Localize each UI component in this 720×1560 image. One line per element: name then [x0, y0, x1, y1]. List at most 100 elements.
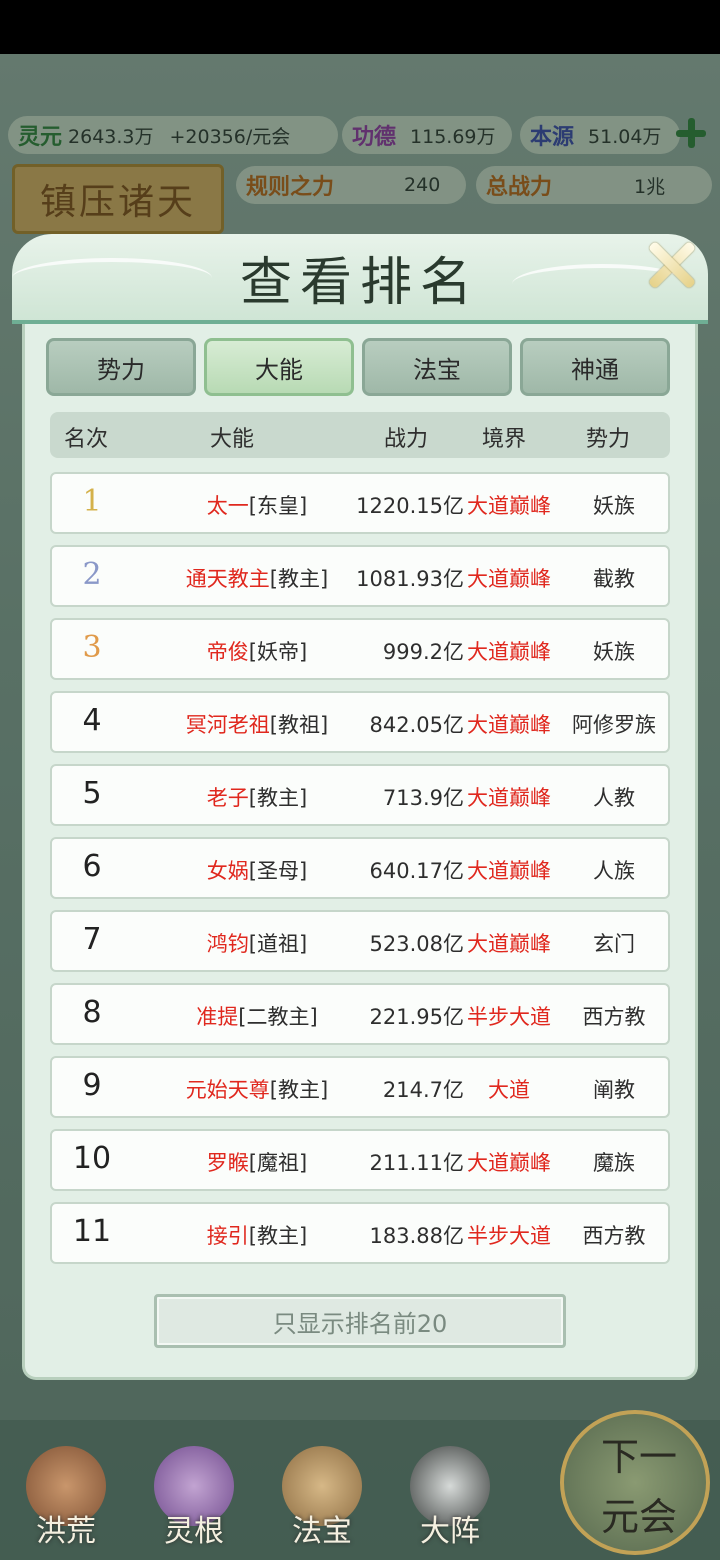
table-row[interactable]: 1 太一[东皇] 1220.15亿 大道巅峰 妖族	[50, 472, 670, 534]
col-rank: 名次	[64, 427, 109, 452]
ranking-tabs: 势力 大能 法宝 神通	[46, 338, 676, 396]
power-cell: 214.7亿	[382, 1078, 464, 1102]
power-cell: 221.95亿	[369, 1005, 464, 1029]
table-row[interactable]: 6 女娲[圣母] 640.17亿 大道巅峰 人族	[50, 837, 670, 899]
close-icon[interactable]	[640, 234, 702, 296]
rank-number: 11	[72, 1214, 112, 1249]
table-row[interactable]: 4 冥河老祖[教祖] 842.05亿 大道巅峰 阿修罗族	[50, 691, 670, 753]
name-cell: 老子[教主]	[142, 782, 372, 812]
daneng-name: 冥河老祖	[185, 713, 270, 737]
nav-label: 法宝	[292, 1514, 352, 1549]
show-top20-button[interactable]: 只显示排名前20	[154, 1294, 566, 1348]
name-cell: 通天教主[教主]	[142, 563, 372, 593]
modal-header: 查看排名	[12, 234, 708, 324]
nav-label: 洪荒	[36, 1514, 96, 1549]
realm-cell: 大道巅峰	[467, 713, 551, 737]
name-cell: 帝俊[妖帝]	[142, 636, 372, 666]
nav-honghuang[interactable]: 洪荒	[6, 1440, 126, 1550]
realm-cell: 半步大道	[467, 1005, 551, 1029]
realm-cell: 大道巅峰	[467, 494, 551, 518]
realm-cell: 大道巅峰	[467, 859, 551, 883]
col-faction: 势力	[586, 427, 631, 452]
daneng-name: 老子	[206, 786, 249, 810]
ranking-list[interactable]: 1 太一[东皇] 1220.15亿 大道巅峰 妖族 2 通天教主[教主] 108…	[50, 472, 670, 1278]
col-name: 大能	[210, 427, 255, 452]
tab-shentong[interactable]: 神通	[520, 338, 670, 396]
daneng-name: 女娲	[206, 859, 249, 883]
daneng-title: [妖帝]	[248, 640, 308, 664]
daneng-name: 太一	[206, 494, 249, 518]
faction-cell: 西方教	[582, 1224, 646, 1248]
rank-number: 5	[82, 776, 102, 811]
table-row[interactable]: 10 罗睺[魔祖] 211.11亿 大道巅峰 魔族	[50, 1129, 670, 1191]
realm-cell: 大道巅峰	[467, 932, 551, 956]
nav-linggen[interactable]: 灵根	[134, 1440, 254, 1550]
table-row[interactable]: 7 鸿钧[道祖] 523.08亿 大道巅峰 玄门	[50, 910, 670, 972]
power-cell: 842.05亿	[369, 713, 464, 737]
faction-cell: 人族	[593, 859, 635, 883]
table-row[interactable]: 8 准提[二教主] 221.95亿 半步大道 西方教	[50, 983, 670, 1045]
modal-title: 查看排名	[239, 253, 480, 313]
col-power: 战力	[384, 427, 429, 452]
column-header: 名次 大能 战力 境界 势力	[50, 412, 670, 458]
power-cell: 1081.93亿	[356, 567, 464, 591]
next-yuanhui-button[interactable]: 下一 元会	[560, 1410, 710, 1555]
ranking-modal: 查看排名 势力 大能 法宝 神通 名次 大能 战力 境界 势力 1 太一[东皇]…	[12, 234, 708, 1380]
power-cell: 713.9亿	[382, 786, 464, 810]
daneng-title: [二教主]	[238, 1005, 318, 1029]
realm-cell: 大道	[488, 1078, 530, 1102]
power-cell: 640.17亿	[369, 859, 464, 883]
table-row[interactable]: 5 老子[教主] 713.9亿 大道巅峰 人教	[50, 764, 670, 826]
table-row[interactable]: 9 元始天尊[教主] 214.7亿 大道 阐教	[50, 1056, 670, 1118]
faction-cell: 人教	[593, 786, 635, 810]
col-realm: 境界	[482, 427, 527, 452]
rank-number: 9	[82, 1068, 102, 1103]
faction-cell: 玄门	[593, 932, 635, 956]
daneng-name: 通天教主	[185, 567, 270, 591]
name-cell: 准提[二教主]	[142, 1001, 372, 1031]
daneng-title: [东皇]	[248, 494, 308, 518]
table-row[interactable]: 2 通天教主[教主] 1081.93亿 大道巅峰 截教	[50, 545, 670, 607]
realm-cell: 大道巅峰	[467, 567, 551, 591]
faction-cell: 截教	[593, 567, 635, 591]
name-cell: 罗睺[魔祖]	[142, 1147, 372, 1177]
rank-number: 8	[82, 995, 102, 1030]
realm-cell: 半步大道	[467, 1224, 551, 1248]
tab-shili[interactable]: 势力	[46, 338, 196, 396]
daneng-name: 准提	[196, 1005, 239, 1029]
nav-fabao[interactable]: 法宝	[262, 1440, 382, 1550]
name-cell: 元始天尊[教主]	[142, 1074, 372, 1104]
tab-daneng[interactable]: 大能	[204, 338, 354, 396]
power-cell: 999.2亿	[382, 640, 464, 664]
rank-number: 4	[82, 703, 102, 738]
faction-cell: 阐教	[593, 1078, 635, 1102]
daneng-title: [教主]	[248, 786, 308, 810]
power-cell: 183.88亿	[369, 1224, 464, 1248]
realm-cell: 大道巅峰	[467, 786, 551, 810]
daneng-title: [教主]	[248, 1224, 308, 1248]
nav-dazhen[interactable]: 大阵	[390, 1440, 510, 1550]
rank-number: 7	[82, 922, 102, 957]
name-cell: 女娲[圣母]	[142, 855, 372, 885]
table-row[interactable]: 3 帝俊[妖帝] 999.2亿 大道巅峰 妖族	[50, 618, 670, 680]
daneng-title: [教祖]	[269, 713, 329, 737]
faction-cell: 妖族	[593, 640, 635, 664]
next-button-line2: 元会	[600, 1495, 677, 1539]
faction-cell: 妖族	[593, 494, 635, 518]
tab-fabao[interactable]: 法宝	[362, 338, 512, 396]
name-cell: 冥河老祖[教祖]	[142, 709, 372, 739]
rank-number: 3	[82, 630, 102, 665]
daneng-name: 帝俊	[206, 640, 249, 664]
power-cell: 211.11亿	[369, 1151, 464, 1175]
faction-cell: 魔族	[593, 1151, 635, 1175]
nav-label: 灵根	[164, 1514, 224, 1549]
rank-number: 10	[72, 1141, 112, 1176]
name-cell: 太一[东皇]	[142, 490, 372, 520]
faction-cell: 西方教	[582, 1005, 646, 1029]
realm-cell: 大道巅峰	[467, 1151, 551, 1175]
power-cell: 1220.15亿	[356, 494, 464, 518]
table-row[interactable]: 11 接引[教主] 183.88亿 半步大道 西方教	[50, 1202, 670, 1264]
daneng-title: [教主]	[269, 1078, 329, 1102]
daneng-title: [道祖]	[248, 932, 308, 956]
daneng-title: [魔祖]	[248, 1151, 308, 1175]
